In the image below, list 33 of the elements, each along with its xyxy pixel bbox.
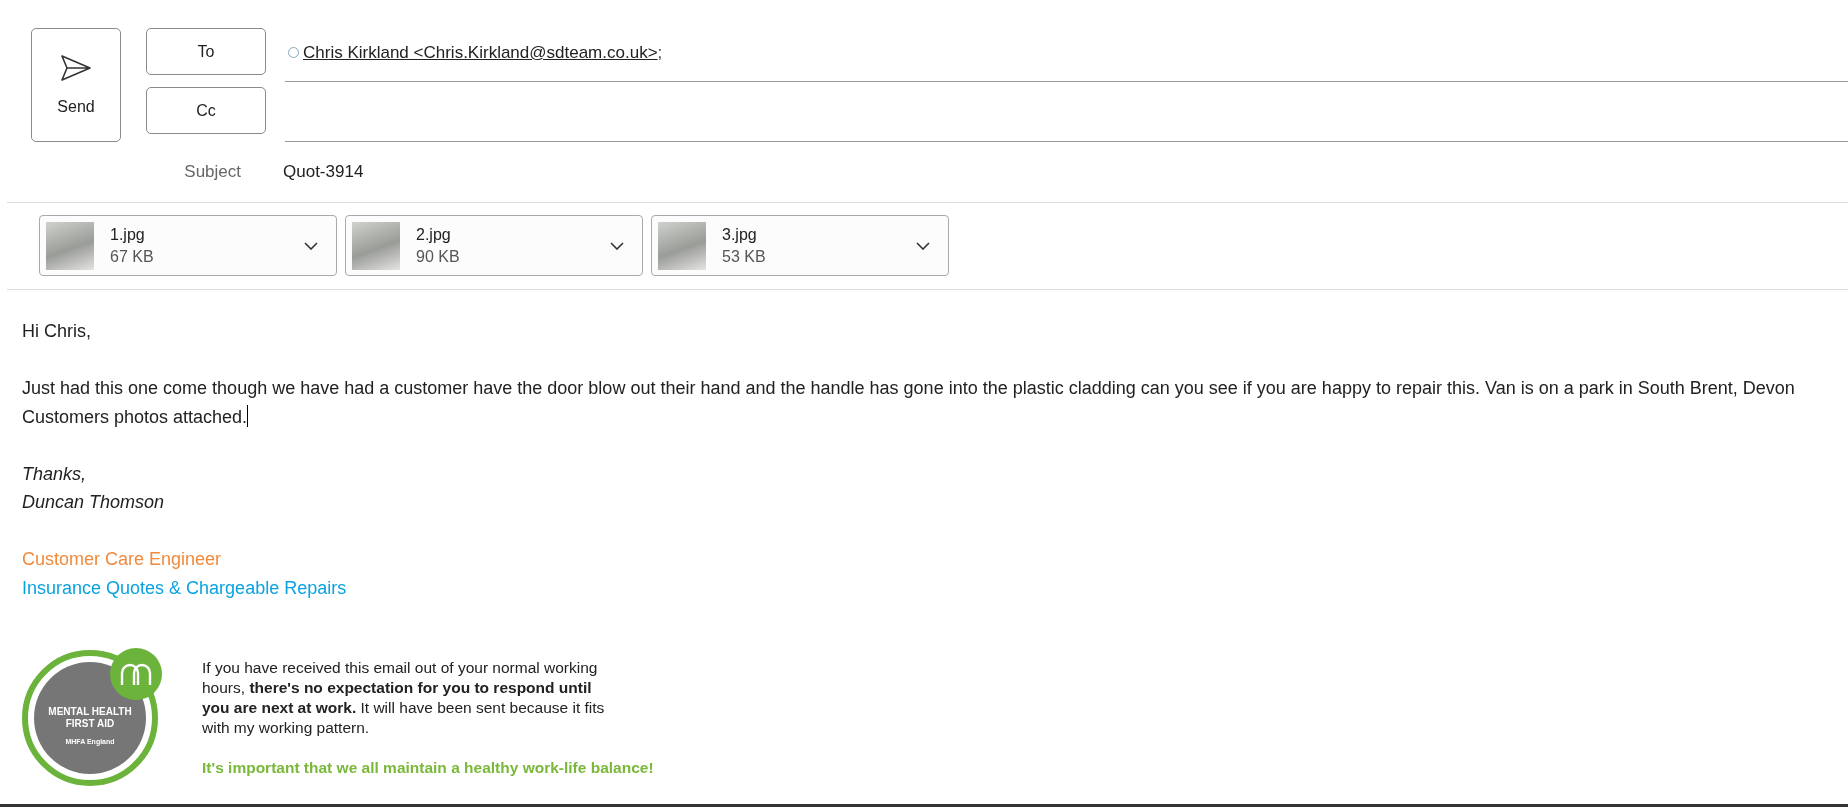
signoff-text: Thanks,: [22, 462, 88, 486]
chevron-down-icon[interactable]: [610, 241, 624, 250]
photo-placeholder: [658, 221, 706, 270]
cc-button[interactable]: Cc: [146, 87, 266, 134]
chevron-down-icon[interactable]: [304, 241, 318, 250]
attachment-size: 53 KB: [722, 246, 767, 267]
attachment-card[interactable]: 1.jpg 67 KB: [39, 215, 337, 276]
subject-field[interactable]: Quot-3914: [283, 162, 364, 182]
attachment-name: 2.jpg: [416, 224, 452, 245]
chevron-down-icon[interactable]: [916, 241, 930, 250]
attachment-name: 3.jpg: [722, 224, 758, 245]
attachment-card[interactable]: 3.jpg 53 KB: [651, 215, 949, 276]
text-cursor: [247, 404, 249, 427]
disclaimer-text: If you have received this email out of your normal working hours, there's no expectation for you to respond until you are next at work. It will have been sent because it fits with my working pattern.: [202, 658, 606, 738]
job-title: Customer Care Engineer: [22, 548, 223, 571]
attachment-size: 67 KB: [110, 246, 155, 267]
recipient-link[interactable]: Chris Kirkland <Chris.Kirkland@sdteam.co.uk>: [303, 43, 658, 63]
motto-text: It's important that we all maintain a healthy work-life balance!: [202, 758, 654, 778]
subject-label: Subject: [183, 162, 242, 182]
attachment-name: 1.jpg: [110, 224, 146, 245]
department-text: Insurance Quotes & Chargeable Repairs: [22, 576, 348, 600]
sender-name: Duncan Thomson: [22, 491, 166, 514]
body-text: Customers photos attached.: [22, 406, 248, 427]
attachment-size: 90 KB: [416, 246, 461, 267]
photo-placeholder: [46, 221, 94, 270]
recipient-separator: ;: [657, 43, 663, 63]
greeting-text: Hi Chris,: [22, 320, 92, 343]
send-button[interactable]: Send: [31, 28, 121, 142]
body-paragraph: Just had this one come though we have had a customer have the door blow out their hand and the handle has gone into the plastic cladding can you see if you are happy to repair this. Van is on a park in South Brent, Devon: [22, 377, 1796, 400]
attachment-card[interactable]: 2.jpg 90 KB: [345, 215, 643, 276]
paper-plane-icon: [60, 54, 92, 82]
photo-placeholder: [352, 221, 400, 270]
to-button[interactable]: To: [146, 28, 266, 75]
